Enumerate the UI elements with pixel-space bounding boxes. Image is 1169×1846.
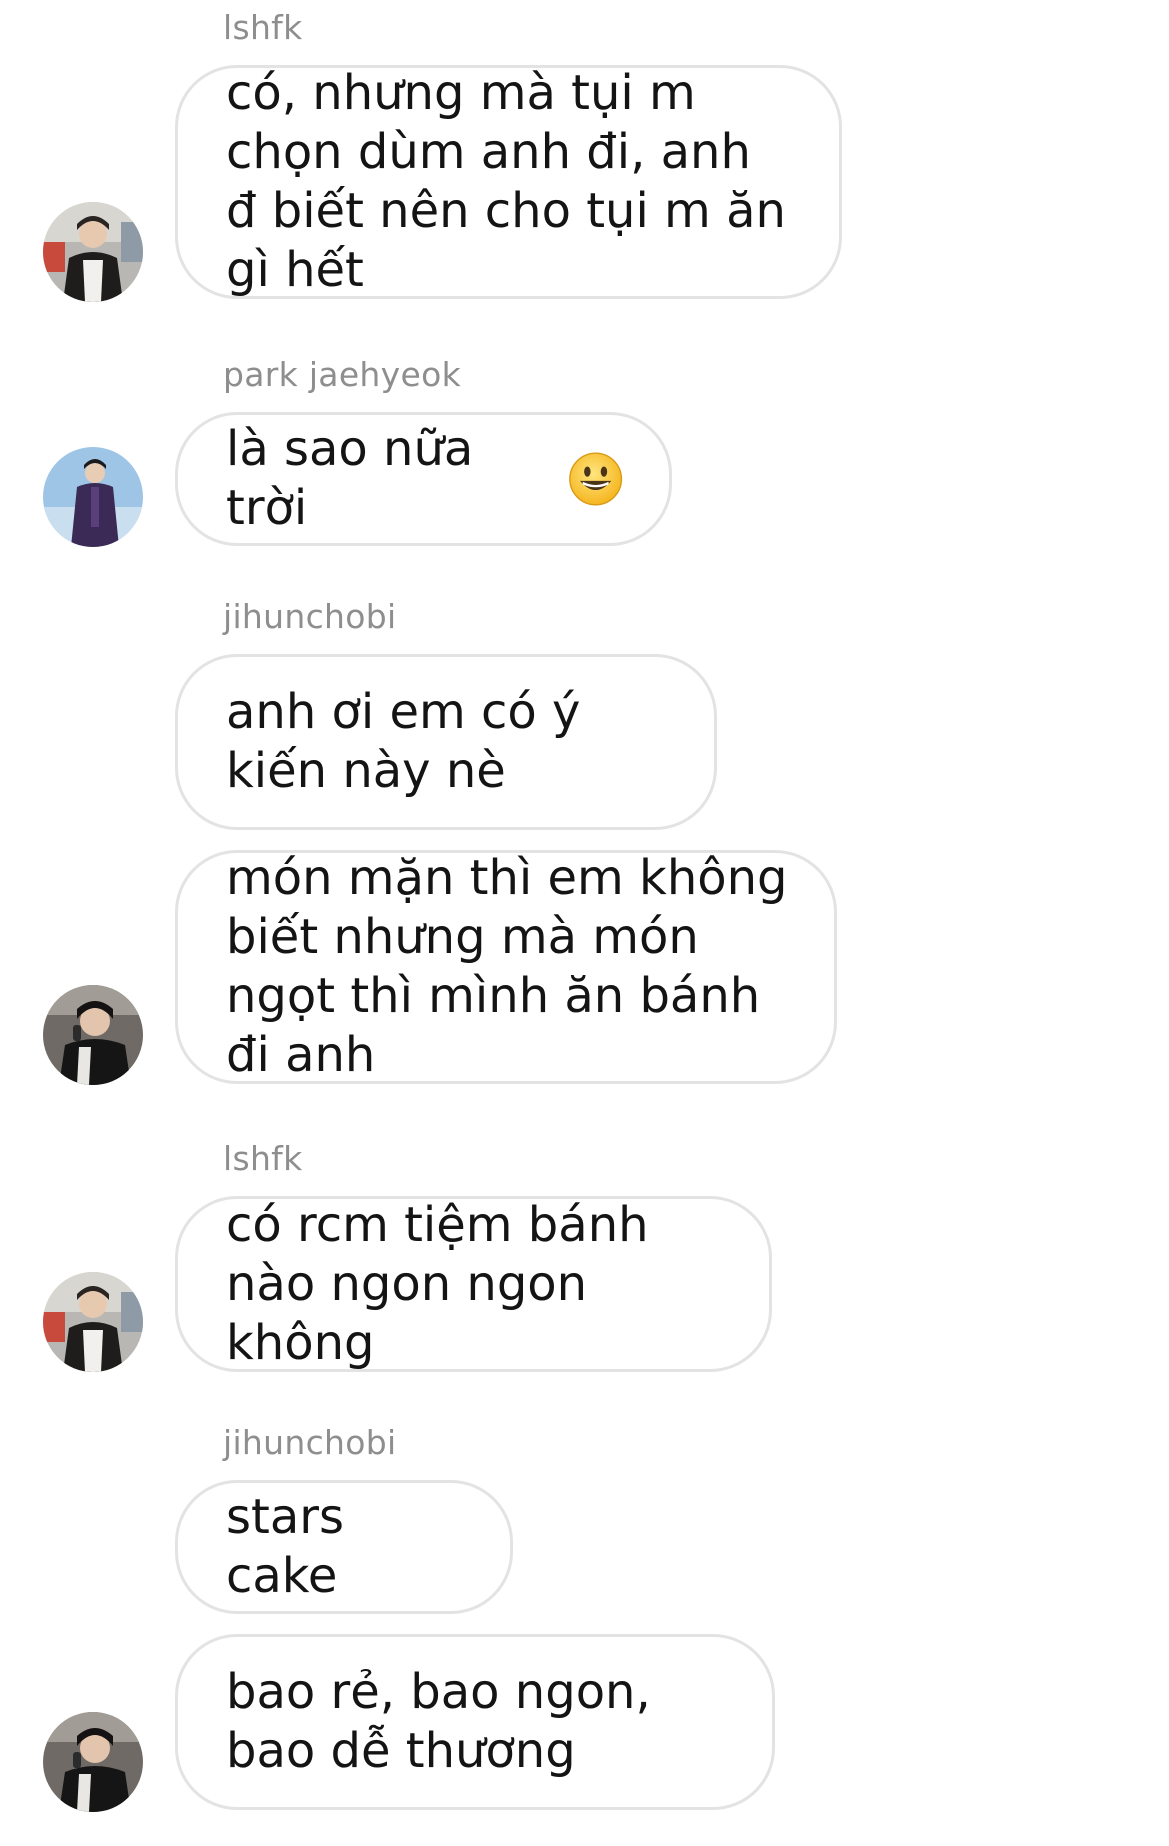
- message-bubble[interactable]: stars cake: [175, 1480, 513, 1614]
- message-bubble[interactable]: có, nhưng mà tụi m chọn dùm anh đi, anh …: [175, 65, 842, 299]
- avatar-photo-icon: [43, 985, 143, 1085]
- message-text: có, nhưng mà tụi m chọn dùm anh đi, anh …: [226, 65, 786, 298]
- message-text: anh ơi em có ý kiến này nè: [226, 684, 581, 799]
- message-bubble[interactable]: là sao nữa trời: [175, 412, 672, 546]
- message-bubble[interactable]: món mặn thì em không biết nhưng mà món n…: [175, 850, 837, 1084]
- avatar-lshfk[interactable]: [43, 202, 143, 302]
- avatar-jihunchobi[interactable]: [43, 1712, 143, 1812]
- sender-name: jihunchobi: [223, 1423, 397, 1462]
- sender-name: park jaehyeok: [223, 355, 461, 394]
- avatar-photo-icon: [43, 447, 143, 547]
- avatar-photo-icon: [43, 202, 143, 302]
- message-bubble[interactable]: bao rẻ, bao ngon, bao dễ thương: [175, 1634, 775, 1810]
- chat-thread[interactable]: lshfk có, nhưng mà tụi m chọn dùm anh đi…: [0, 0, 1169, 1846]
- avatar-jihunchobi[interactable]: [43, 985, 143, 1085]
- grinning-face-emoji-icon: [568, 452, 622, 506]
- message-text: có rcm tiệm bánh nào ngon ngon không: [226, 1196, 649, 1371]
- message-text: bao rẻ, bao ngon, bao dễ thương: [226, 1664, 651, 1779]
- message-text: là sao nữa trời: [226, 421, 474, 536]
- message-bubble[interactable]: có rcm tiệm bánh nào ngon ngon không: [175, 1196, 772, 1372]
- sender-name: lshfk: [223, 8, 303, 47]
- avatar-photo-icon: [43, 1272, 143, 1372]
- message-bubble[interactable]: anh ơi em có ý kiến này nè: [175, 654, 717, 830]
- avatar-park-jaehyeok[interactable]: [43, 447, 143, 547]
- message-text: stars cake: [226, 1489, 344, 1604]
- sender-name: jihunchobi: [223, 597, 397, 636]
- sender-name: lshfk: [223, 1139, 303, 1178]
- avatar-lshfk[interactable]: [43, 1272, 143, 1372]
- avatar-photo-icon: [43, 1712, 143, 1812]
- message-text: món mặn thì em không biết nhưng mà món n…: [226, 850, 788, 1083]
